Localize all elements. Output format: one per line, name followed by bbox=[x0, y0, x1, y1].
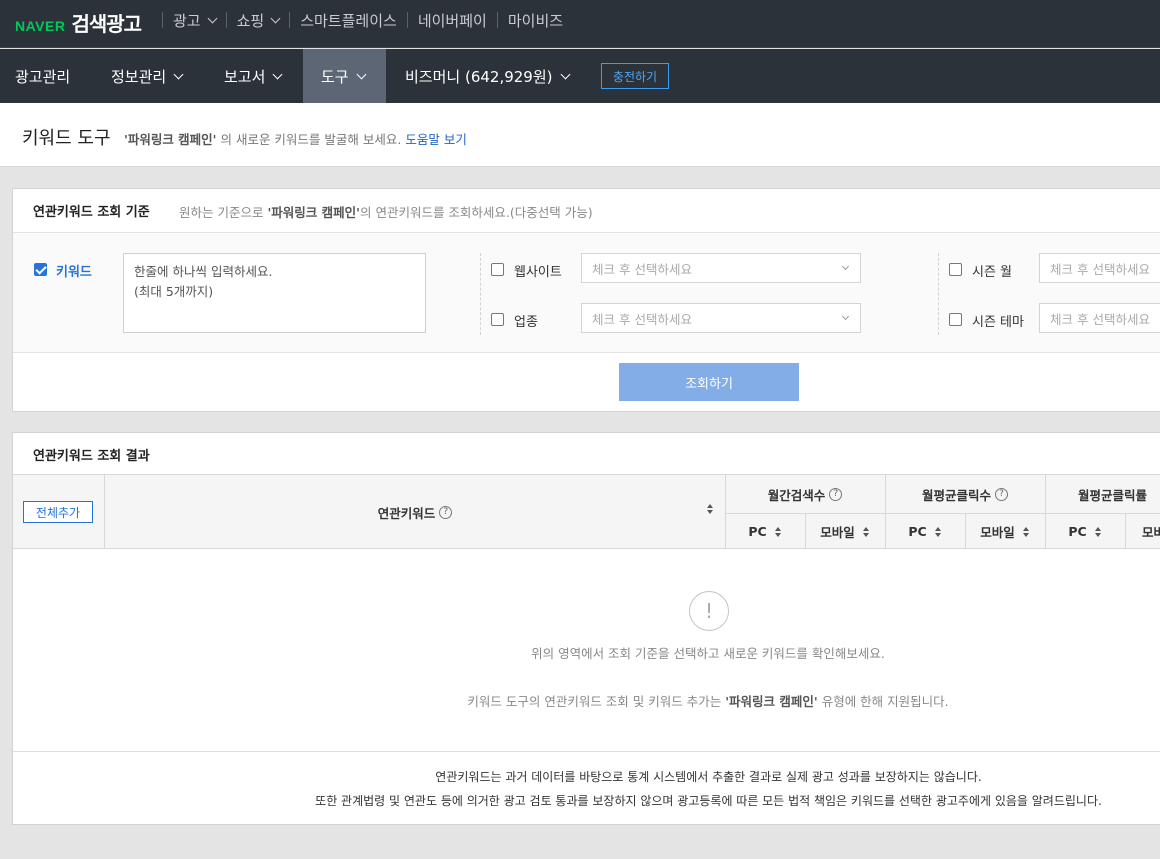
question-icon[interactable]: ? bbox=[995, 487, 1008, 501]
main-nav: 광고관리 정보관리 보고서 도구 비즈머니 (642,929원) 충전하기 bbox=[0, 49, 1160, 103]
sort-icon[interactable] bbox=[1094, 526, 1102, 537]
results-title: 연관키워드 조회 결과 bbox=[33, 449, 150, 464]
sort-icon[interactable] bbox=[707, 504, 714, 514]
page-header: 키워드 도구 '파워링크 캠페인' 의 새로운 키워드를 발굴해 보세요. 도움… bbox=[0, 103, 1160, 167]
disclaimer-notice: 연관키워드는 과거 데이터를 바탕으로 통계 시스템에서 추출한 결과로 실제 … bbox=[13, 751, 1160, 826]
mainnav-item-tools[interactable]: 도구 bbox=[303, 49, 386, 103]
col-header-search-mobile[interactable]: 모바일 bbox=[805, 514, 885, 549]
campaign-type-label: '파워링크 캠페인' bbox=[124, 132, 217, 147]
question-icon[interactable]: ? bbox=[439, 505, 453, 519]
website-checkbox[interactable] bbox=[491, 263, 504, 276]
naver-searchad-logo[interactable]: NAVER 검색광고 bbox=[15, 8, 142, 37]
col-header-monthly-ctr: 월평균클릭률 bbox=[1078, 487, 1148, 503]
nav-separator bbox=[225, 12, 227, 28]
season-theme-checkbox[interactable] bbox=[949, 313, 962, 326]
chevron-down-icon bbox=[272, 69, 283, 79]
topnav-item-smartplace[interactable]: 스마트플레이스 bbox=[300, 10, 397, 31]
chevron-down-icon bbox=[841, 262, 850, 271]
top-bar: NAVER 검색광고 광고 쇼핑 스마트플레이스 네이버페이 마이비즈 bbox=[0, 0, 1160, 48]
col-header-search-pc[interactable]: PC bbox=[725, 514, 805, 549]
results-table-header: 전체추가 연관키워드? 월간검색수? 월평균클릭수? 월평균클릭률 PC 모바일… bbox=[13, 474, 1160, 549]
industry-checkbox[interactable] bbox=[491, 313, 504, 326]
logo-brand-text: 검색광고 bbox=[71, 12, 142, 36]
col-header-ctr-mobile[interactable]: 모바 bbox=[1126, 514, 1160, 549]
sort-icon[interactable] bbox=[774, 526, 782, 537]
page-title: 키워드 도구 bbox=[22, 128, 111, 149]
col-header-clicks-pc[interactable]: PC bbox=[885, 514, 965, 549]
nav-separator bbox=[496, 12, 498, 28]
criteria-area: 키워드 한줄에 하나씩 입력하세요. (최대 5개까지) 웹사이트 체크 후 선… bbox=[13, 232, 1160, 353]
top-nav: 광고 쇼핑 스마트플레이스 네이버페이 마이비즈 bbox=[152, 10, 563, 30]
mainnav-item-info-management[interactable]: 정보관리 bbox=[111, 49, 184, 103]
sort-icon[interactable] bbox=[934, 526, 942, 537]
season-month-label: 시즌 월 bbox=[972, 265, 1013, 280]
criteria-title: 연관키워드 조회 기준 bbox=[33, 205, 150, 220]
empty-message: 위의 영역에서 조회 기준을 선택하고 새로운 키워드를 확인해보세요. bbox=[531, 646, 885, 661]
col-header-keyword[interactable]: 연관키워드? bbox=[105, 475, 725, 549]
support-message: 키워드 도구의 연관키워드 조회 및 키워드 추가는 '파워링크 캠페인' 유형… bbox=[467, 694, 949, 709]
add-all-button[interactable]: 전체추가 bbox=[23, 501, 93, 523]
sort-icon[interactable] bbox=[862, 526, 870, 537]
chevron-down-icon bbox=[841, 312, 850, 321]
season-theme-label: 시즌 테마 bbox=[972, 315, 1024, 330]
topnav-item-shopping[interactable]: 쇼핑 bbox=[237, 10, 281, 31]
search-button[interactable]: 조회하기 bbox=[619, 363, 799, 401]
season-month-checkbox[interactable] bbox=[949, 263, 962, 276]
chevron-down-icon bbox=[173, 69, 184, 79]
criteria-subtitle: 원하는 기준으로 '파워링크 캠페인'의 연관키워드를 조회하세요.(다중선택 … bbox=[179, 205, 593, 220]
season-theme-select[interactable]: 체크 후 선택하세요 bbox=[1039, 303, 1160, 333]
season-month-select[interactable]: 체크 후 선택하세요 bbox=[1039, 253, 1160, 283]
col-header-ctr-pc[interactable]: PC bbox=[1045, 514, 1125, 549]
criteria-divider bbox=[480, 253, 481, 335]
website-select[interactable]: 체크 후 선택하세요 bbox=[581, 253, 861, 283]
mainnav-item-reports[interactable]: 보고서 bbox=[224, 49, 283, 103]
topnav-item-naverpay[interactable]: 네이버페이 bbox=[418, 10, 487, 31]
mainnav-item-ad-management[interactable]: 광고관리 bbox=[15, 49, 70, 103]
disclaimer-line-1: 연관키워드는 과거 데이터를 바탕으로 통계 시스템에서 추출한 결과로 실제 … bbox=[435, 770, 982, 784]
chevron-down-icon bbox=[207, 13, 218, 23]
logo-naver-text: NAVER bbox=[15, 18, 66, 34]
exclamation-icon: ! bbox=[689, 591, 729, 631]
industry-label: 업종 bbox=[514, 315, 538, 330]
col-header-clicks-mobile[interactable]: 모바일 bbox=[965, 514, 1045, 549]
col-header-monthly-search: 월간검색수? bbox=[725, 475, 885, 513]
nav-separator bbox=[406, 12, 408, 28]
criteria-divider bbox=[938, 253, 939, 335]
question-icon[interactable]: ? bbox=[829, 487, 843, 501]
criteria-panel: 연관키워드 조회 기준 원하는 기준으로 '파워링크 캠페인'의 연관키워드를 … bbox=[12, 188, 1160, 412]
website-label: 웹사이트 bbox=[514, 265, 562, 280]
nav-separator bbox=[162, 12, 163, 28]
chevron-down-icon bbox=[356, 69, 367, 79]
col-header-monthly-clicks: 월평균클릭수? bbox=[885, 475, 1045, 513]
page-description: '파워링크 캠페인' 의 새로운 키워드를 발굴해 보세요. 도움말 보기 bbox=[124, 132, 467, 147]
help-link[interactable]: 도움말 보기 bbox=[405, 132, 466, 147]
keyword-textarea[interactable]: 한줄에 하나씩 입력하세요. (최대 5개까지) bbox=[123, 253, 426, 333]
keyword-label: 키워드 bbox=[56, 265, 92, 280]
sort-icon[interactable] bbox=[1022, 526, 1030, 537]
results-panel: 연관키워드 조회 결과 전체추가 연관키워드? 월간검색수? 월평균클릭수? 월… bbox=[12, 432, 1160, 825]
topnav-item-mybiz[interactable]: 마이비즈 bbox=[508, 10, 563, 31]
mainnav-item-bizmoney[interactable]: 비즈머니 (642,929원) bbox=[405, 49, 570, 103]
chevron-down-icon bbox=[270, 13, 281, 23]
keyword-checkbox[interactable] bbox=[34, 263, 47, 276]
charge-button[interactable]: 충전하기 bbox=[601, 63, 669, 89]
nav-separator bbox=[289, 12, 291, 28]
topnav-item-ad[interactable]: 광고 bbox=[173, 10, 218, 31]
chevron-down-icon bbox=[560, 69, 570, 79]
industry-select[interactable]: 체크 후 선택하세요 bbox=[581, 303, 861, 333]
disclaimer-line-2: 또한 관계법령 및 연관도 등에 의거한 광고 검토 통과를 보장하지 않으며 … bbox=[315, 794, 1102, 808]
